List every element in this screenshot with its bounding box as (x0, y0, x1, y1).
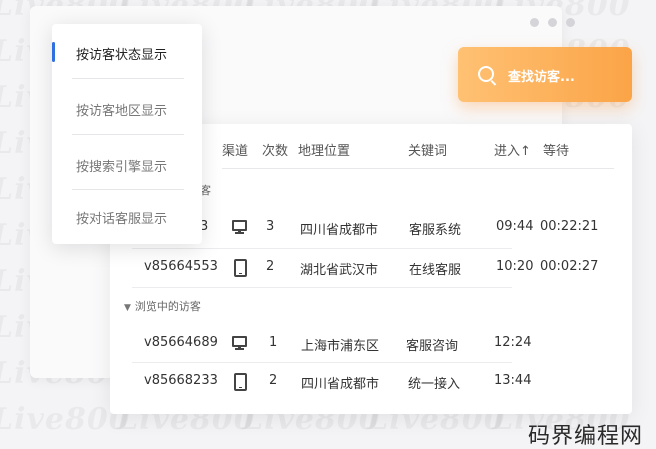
visitor-id: v85664553 (144, 259, 218, 274)
visitor-id: v85668233 (144, 373, 218, 388)
find-visitor-label: 查找访客... (508, 70, 575, 85)
menu-item-by-region[interactable]: 按访客地区显示 (76, 100, 167, 119)
site-watermark-text: 码界编程网 (528, 424, 644, 449)
screen: Live800Live800Live800Live800Live800Live8… (0, 0, 656, 449)
group-toggle[interactable]: ▼ 浏览中的访客 (124, 298, 201, 314)
table-row[interactable]: v85664553 2 湖北省武汉市 在线客服 10:20 00:02:27 (110, 250, 632, 286)
visit-count: 2 (269, 373, 278, 388)
search-keyword: 客服咨询 (406, 339, 459, 354)
enter-time: 10:20 (496, 259, 534, 274)
enter-time: 09:44 (496, 219, 534, 234)
menu-divider (72, 134, 184, 135)
group-label: 浏览中的访客 (134, 300, 201, 313)
display-mode-menu: 按访客状态显示 按访客地区显示 按搜索引擎显示 按对话客服显示 (52, 24, 202, 244)
window-dot-icon[interactable] (566, 18, 575, 27)
row-divider (132, 287, 512, 288)
header-channel[interactable]: 渠道 (222, 140, 248, 159)
visitor-location: 湖北省武汉市 (300, 263, 379, 278)
enter-time: 12:24 (494, 335, 532, 350)
mobile-icon (234, 373, 247, 391)
search-keyword: 在线客服 (409, 263, 462, 278)
search-keyword: 客服系统 (409, 223, 462, 238)
visit-count: 3 (266, 219, 275, 234)
table-row[interactable]: v85664689 1 上海市浦东区 客服咨询 12:24 (110, 326, 632, 362)
search-icon (478, 66, 494, 82)
window-dot-icon[interactable] (548, 18, 557, 27)
table-row[interactable]: v85668233 2 四川省成都市 统一接入 13:44 (110, 364, 632, 400)
menu-item-by-search-engine[interactable]: 按搜索引擎显示 (76, 156, 167, 175)
visitor-location: 上海市浦东区 (301, 339, 380, 354)
header-wait-time[interactable]: 等待 (543, 140, 569, 159)
window-dot-icon[interactable] (530, 18, 539, 27)
row-divider (132, 248, 512, 249)
header-keyword[interactable]: 关键词 (408, 140, 447, 159)
header-location[interactable]: 地理位置 (298, 140, 350, 159)
collapse-triangle-icon: ▼ (124, 303, 131, 313)
header-divider (222, 168, 614, 169)
visitor-location: 四川省成都市 (301, 377, 380, 392)
wait-time: 00:22:21 (540, 219, 599, 234)
menu-divider (72, 78, 184, 79)
visit-count: 2 (266, 259, 275, 274)
header-count[interactable]: 次数 (262, 140, 288, 159)
header-enter-time[interactable]: 进入↑ (494, 140, 531, 159)
active-indicator (52, 42, 55, 62)
find-visitor-button[interactable]: 查找访客... (458, 47, 632, 102)
desktop-icon (232, 336, 247, 350)
enter-time: 13:44 (494, 373, 532, 388)
mobile-icon (234, 259, 247, 277)
window-controls (530, 18, 575, 27)
row-divider (132, 362, 512, 363)
menu-item-by-status[interactable]: 按访客状态显示 (76, 44, 167, 63)
menu-divider (72, 189, 184, 190)
desktop-icon (232, 220, 247, 234)
wait-time: 00:02:27 (540, 259, 599, 274)
menu-item-by-agent[interactable]: 按对话客服显示 (76, 208, 167, 227)
visitor-location: 四川省成都市 (300, 223, 379, 238)
visit-count: 1 (269, 335, 278, 350)
search-keyword: 统一接入 (408, 377, 461, 392)
visitor-id: v85664689 (144, 335, 218, 350)
